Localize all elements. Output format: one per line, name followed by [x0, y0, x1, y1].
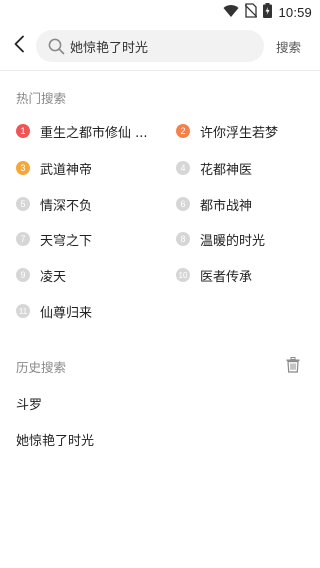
chevron-left-icon: [13, 35, 25, 57]
hot-item-label: 凌天: [40, 269, 67, 285]
search-icon: [47, 37, 65, 55]
hot-item-label: 重生之都市修仙 ...: [40, 125, 148, 141]
hot-item-label: 武道神帝: [40, 162, 93, 178]
hot-item-label: 医者传承: [200, 269, 253, 285]
rank-badge: 5: [16, 197, 30, 211]
history-item[interactable]: 她惊艳了时光: [16, 430, 94, 449]
hot-item-label: 都市战神: [200, 198, 253, 214]
search-input[interactable]: [70, 38, 250, 54]
hot-item-label: 天穹之下: [40, 233, 93, 249]
search-header: 搜索: [0, 28, 320, 64]
hot-item-8[interactable]: 8 温暖的时光: [176, 229, 265, 249]
battery-charging-icon: [263, 2, 273, 22]
hot-item-4[interactable]: 4 花都神医: [176, 158, 252, 178]
hot-item-7[interactable]: 7 天穹之下: [16, 229, 92, 249]
header-divider: [0, 70, 320, 71]
hot-item-3[interactable]: 3 武道神帝: [16, 158, 92, 178]
hot-item-11[interactable]: 11 仙尊归来: [16, 301, 92, 321]
rank-badge: 6: [176, 197, 190, 211]
rank-badge: 9: [16, 268, 30, 282]
hot-item-label: 许你浮生若梦: [200, 125, 279, 141]
rank-badge: 1: [16, 124, 30, 138]
hot-item-10[interactable]: 10 医者传承: [176, 265, 252, 285]
no-sim-icon: [244, 2, 258, 22]
hot-item-label: 花都神医: [200, 162, 253, 178]
hot-item-label: 温暖的时光: [200, 233, 266, 249]
back-button[interactable]: [8, 34, 30, 58]
status-time: 10:59: [278, 4, 312, 20]
hot-item-5[interactable]: 5 情深不负: [16, 194, 92, 214]
hot-item-9[interactable]: 9 凌天: [16, 265, 66, 285]
hot-item-6[interactable]: 6 都市战神: [176, 194, 252, 214]
hot-item-1[interactable]: 1 重生之都市修仙 ...: [16, 121, 148, 141]
rank-badge: 10: [176, 268, 190, 282]
rank-badge: 7: [16, 232, 30, 246]
hot-search-title: 热门搜索: [16, 91, 67, 106]
trash-icon[interactable]: [284, 355, 302, 375]
rank-badge: 4: [176, 161, 190, 175]
hot-item-label: 仙尊归来: [40, 305, 93, 321]
hot-item-label: 情深不负: [40, 198, 93, 214]
rank-badge: 2: [176, 124, 190, 138]
rank-badge: 3: [16, 161, 30, 175]
wifi-icon: [223, 3, 239, 22]
history-item[interactable]: 斗罗: [16, 394, 42, 413]
search-button[interactable]: 搜索: [276, 37, 301, 56]
status-bar: 10:59: [0, 0, 320, 24]
rank-badge: 11: [16, 304, 30, 318]
search-box[interactable]: [36, 30, 264, 62]
hot-item-2[interactable]: 2 许你浮生若梦: [176, 121, 278, 141]
history-search-title: 历史搜索: [16, 360, 67, 375]
rank-badge: 8: [176, 232, 190, 246]
status-icons: 10:59: [223, 2, 312, 22]
